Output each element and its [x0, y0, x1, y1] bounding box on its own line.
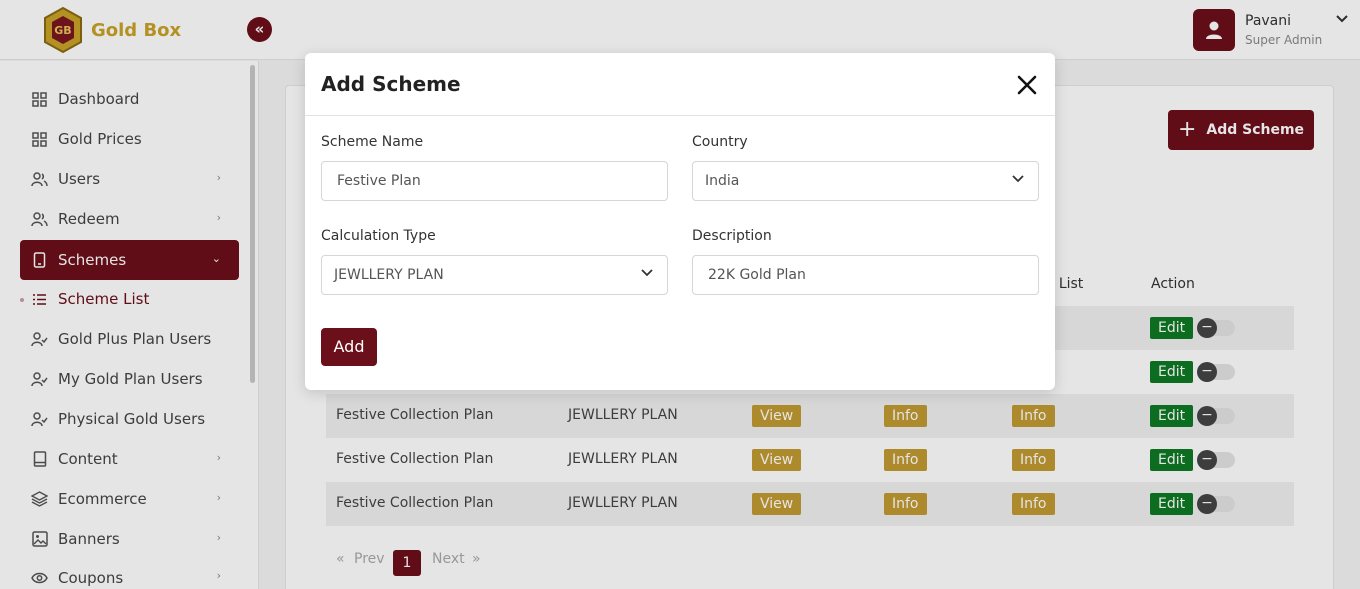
calculation-type-value: JEWLLERY PLAN [334, 267, 444, 283]
modal-header: Add Scheme [305, 53, 1055, 116]
scheme-name-value: Festive Plan [337, 173, 421, 189]
modal-title: Add Scheme [321, 72, 461, 96]
chevron-down-icon [1012, 175, 1024, 183]
description-label: Description [692, 228, 772, 244]
country-select[interactable]: India [692, 161, 1039, 201]
add-button[interactable]: Add [321, 328, 377, 366]
calculation-type-label: Calculation Type [321, 228, 436, 244]
close-icon[interactable] [1016, 74, 1038, 96]
scheme-name-input[interactable]: Festive Plan [321, 161, 668, 201]
chevron-down-icon [641, 269, 653, 277]
country-label: Country [692, 134, 748, 150]
scheme-name-label: Scheme Name [321, 134, 424, 150]
description-input[interactable]: 22K Gold Plan [692, 255, 1039, 295]
description-value: 22K Gold Plan [708, 267, 806, 283]
country-value: India [705, 173, 740, 189]
calculation-type-select[interactable]: JEWLLERY PLAN [321, 255, 668, 295]
add-scheme-modal: Add Scheme Scheme Name Festive Plan Coun… [305, 53, 1055, 390]
